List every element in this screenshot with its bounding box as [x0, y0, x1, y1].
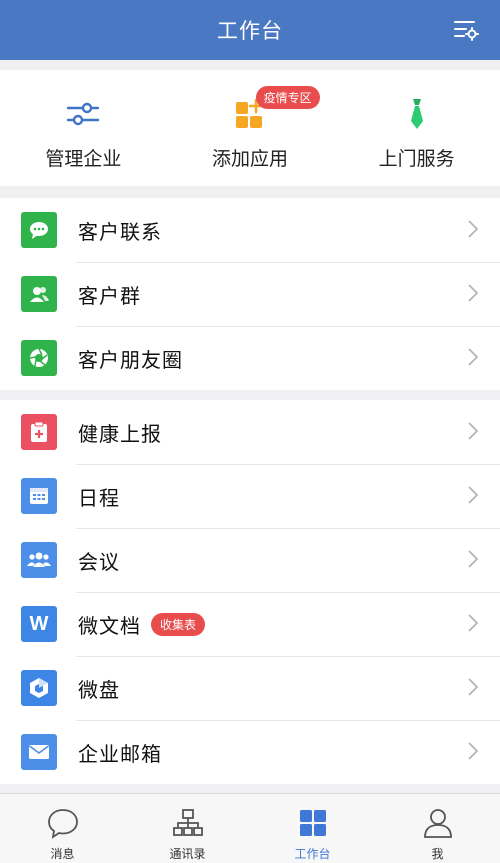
list-item-label: 企业邮箱	[78, 741, 162, 766]
chevron-right-icon	[468, 422, 478, 440]
sliders-icon	[65, 96, 101, 132]
list-item-meeting[interactable]: 会议	[0, 528, 500, 592]
contacts-icon	[172, 809, 203, 836]
chevron-right-icon	[468, 742, 478, 760]
calendar-icon	[21, 478, 57, 514]
list-item-label: 会议	[78, 549, 120, 574]
list-item-mail[interactable]: 企业邮箱	[0, 720, 500, 784]
bottom-tab-bar: 消息 通讯录 工作台 我	[0, 793, 500, 863]
top-bar: 工作台	[0, 0, 500, 60]
collect-form-badge: 收集表	[151, 612, 206, 636]
tie-icon	[399, 96, 435, 132]
health-report-icon	[21, 414, 57, 450]
aperture-icon	[21, 340, 57, 376]
settings-list-icon[interactable]	[452, 16, 480, 44]
tab-workbench[interactable]: 工作台	[250, 794, 375, 863]
door-service-label: 上门服务	[378, 148, 455, 170]
profile-icon	[423, 809, 452, 838]
list-item-label: 客户联系	[78, 219, 162, 244]
tab-label: 我	[431, 847, 444, 861]
word-doc-icon: W	[21, 606, 57, 642]
add-app-label: 添加应用	[212, 148, 289, 170]
list-item-drive[interactable]: 微盘	[0, 656, 500, 720]
list-item-health-report[interactable]: 健康上报	[0, 400, 500, 464]
quick-actions: 管理企业 添加应用 疫情专区 上门服务	[0, 70, 500, 186]
tab-label: 工作台	[294, 847, 331, 861]
chevron-right-icon	[468, 220, 478, 238]
list-item-label: 客户朋友圈	[78, 347, 183, 372]
tab-messages[interactable]: 消息	[0, 794, 125, 863]
list-item-label: 微盘	[78, 677, 120, 702]
chevron-right-icon	[468, 614, 478, 632]
customer-group-icon	[21, 276, 57, 312]
chevron-right-icon	[468, 348, 478, 366]
list-item-customer-group[interactable]: 客户群	[0, 262, 500, 326]
drive-icon	[21, 670, 57, 706]
apps-list: 健康上报 日程 会议 W 微文档 收集表 微盘 企业邮箱	[0, 400, 500, 784]
list-item-schedule[interactable]: 日程	[0, 464, 500, 528]
list-item-label: 客户群	[78, 283, 141, 308]
list-item-label: 微文档	[78, 613, 141, 638]
epidemic-badge[interactable]: 疫情专区	[255, 86, 320, 109]
list-item-label: 健康上报	[78, 421, 162, 446]
message-icon	[47, 809, 78, 839]
page-title: 工作台	[217, 19, 283, 43]
customer-group-list: 客户联系 客户群 客户朋友圈	[0, 198, 500, 390]
chevron-right-icon	[468, 550, 478, 568]
tab-contacts[interactable]: 通讯录	[125, 794, 250, 863]
list-item-customer-moments[interactable]: 客户朋友圈	[0, 326, 500, 390]
tab-label: 通讯录	[169, 847, 206, 861]
chevron-right-icon	[468, 284, 478, 302]
chevron-right-icon	[468, 678, 478, 696]
mail-icon	[21, 734, 57, 770]
workbench-icon	[299, 810, 326, 836]
list-item-customer-contact[interactable]: 客户联系	[0, 198, 500, 262]
chevron-right-icon	[468, 486, 478, 504]
meeting-icon	[21, 542, 57, 578]
tab-label: 消息	[50, 847, 75, 861]
door-service-button[interactable]: 上门服务	[333, 70, 500, 186]
list-item-label: 日程	[78, 485, 120, 510]
manage-company-button[interactable]: 管理企业	[0, 70, 167, 186]
manage-company-label: 管理企业	[45, 148, 122, 170]
add-app-button[interactable]: 添加应用 疫情专区	[167, 70, 334, 186]
list-item-docs[interactable]: W 微文档 收集表	[0, 592, 500, 656]
chat-bubble-icon	[21, 212, 57, 248]
tab-me[interactable]: 我	[375, 794, 500, 863]
